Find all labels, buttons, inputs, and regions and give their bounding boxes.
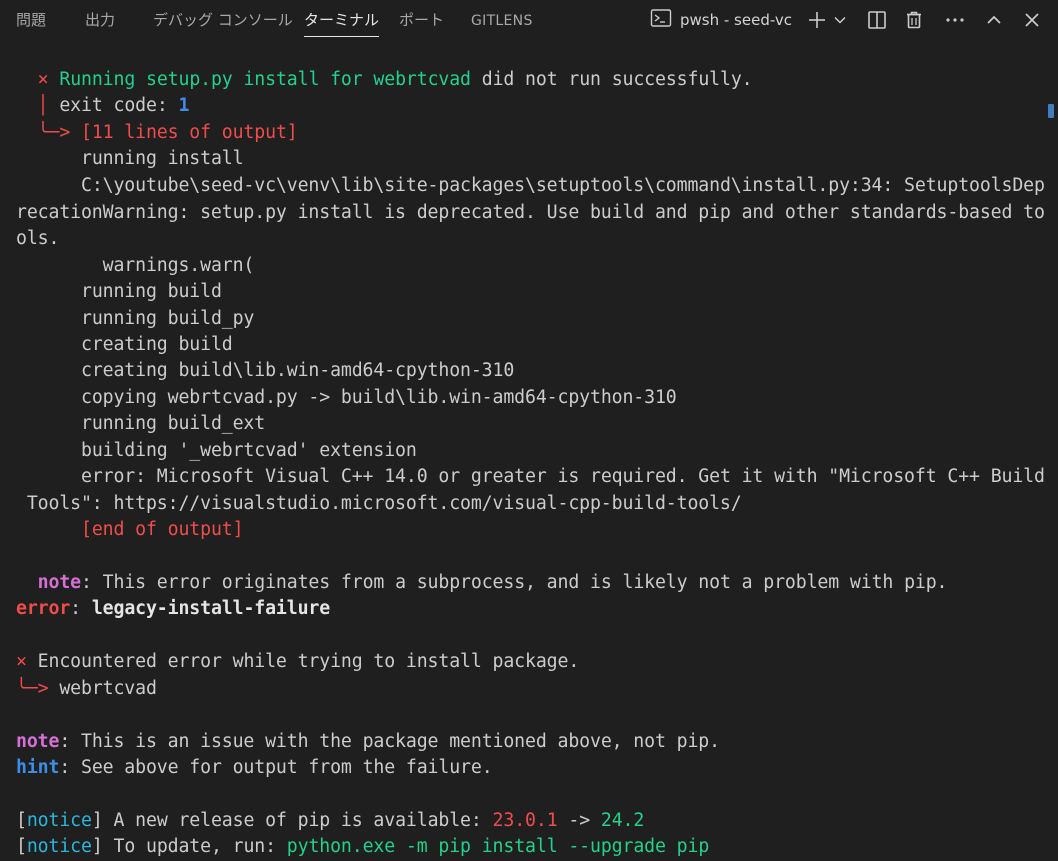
terminal-line: error: Microsoft Visual C++ 14.0 or grea… [80, 466, 1045, 487]
terminal-line: ╰─> webrtcvad [16, 678, 157, 699]
terminal-line: running install [80, 148, 244, 169]
plus-icon[interactable] [803, 6, 831, 34]
terminal-line: creating build [80, 334, 233, 355]
terminal-line: │ exit code: 1 [37, 95, 190, 116]
terminal-line: [notice] A new release of pip is availab… [16, 810, 645, 831]
terminal-line: running build_ext [80, 413, 266, 434]
panel-tab-bar: 問題 出力 デバッグ コンソール ターミナル ポート GITLENS pwsh … [0, 0, 1058, 40]
tab-debug-console[interactable]: デバッグ コンソール [153, 10, 293, 32]
terminal-line: [end of output] [80, 519, 244, 540]
terminal-line: [notice] To update, run: python.exe -m p… [16, 836, 710, 857]
tab-gitlens[interactable]: GITLENS [471, 11, 533, 33]
terminal-line: copying webrtcvad.py -> build\lib.win-am… [80, 387, 677, 408]
terminal-line: hint: See above for output from the fail… [16, 757, 493, 778]
chevron-down-icon[interactable] [829, 6, 851, 34]
tab-output[interactable]: 出力 [85, 10, 115, 32]
tab-ports[interactable]: ポート [399, 10, 444, 32]
terminal-line: error: legacy-install-failure [16, 598, 331, 619]
terminal-line: warnings.warn( [102, 255, 255, 276]
terminal-line: note: This is an issue with the package … [16, 731, 720, 752]
trash-icon[interactable] [900, 6, 928, 34]
terminal-line: building '_webrtcvad' extension [80, 440, 417, 461]
terminal-icon [650, 8, 672, 32]
terminal-line: × Encountered error while trying to inst… [16, 651, 580, 672]
terminal-line: note: This error originates from a subpr… [37, 572, 948, 593]
terminal-line: × Running setup.py install for webrtcvad… [37, 69, 753, 90]
tab-terminal[interactable]: ターミナル [304, 10, 380, 37]
terminal-instance-label: pwsh - seed-vc [680, 11, 792, 29]
tab-problems[interactable]: 問題 [16, 10, 46, 32]
close-icon[interactable] [1018, 6, 1046, 34]
more-icon[interactable] [941, 6, 969, 34]
chevron-up-icon[interactable] [980, 6, 1008, 34]
terminal-output[interactable]: × Running setup.py install for webrtcvad… [0, 40, 1058, 861]
terminal-line: running build [80, 281, 222, 302]
terminal-line: C:\youtube\seed-vc\venv\lib\site-package… [80, 175, 1045, 196]
terminal-line: ╰─> [11 lines of output] [37, 122, 298, 143]
terminal-line: creating build\lib.win-amd64-cpython-310 [80, 360, 515, 381]
scrollbar-thumb[interactable] [1048, 104, 1054, 118]
terminal-line: Tools": https://visualstudio.microsoft.c… [16, 493, 742, 514]
terminal-line: ols. [16, 228, 60, 249]
terminal-line: recationWarning: setup.py install is dep… [16, 202, 1045, 223]
terminal-line: running build_py [80, 308, 255, 329]
split-icon[interactable] [863, 6, 891, 34]
terminal-instance-selector[interactable]: pwsh - seed-vc [650, 8, 792, 32]
